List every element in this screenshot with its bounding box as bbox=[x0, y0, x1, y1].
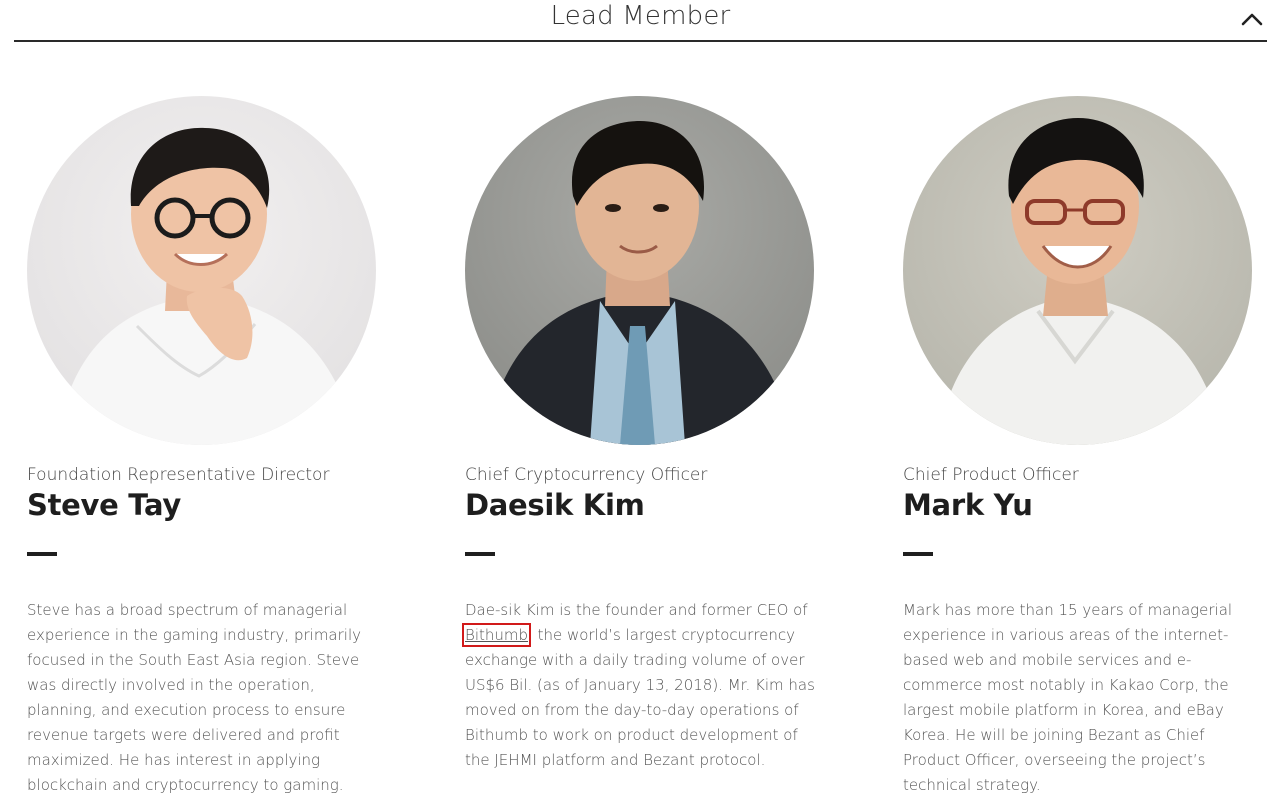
member-name: Daesik Kim bbox=[465, 488, 645, 522]
portrait-photo bbox=[903, 96, 1252, 445]
member-role: Chief Product Officer bbox=[903, 465, 1079, 485]
portrait-photo bbox=[27, 96, 376, 445]
section-title: Lead Member bbox=[550, 1, 731, 31]
member-bio: Steve has a broad spectrum of managerial… bbox=[27, 601, 361, 794]
bithumb-link[interactable]: Bithumb bbox=[461, 623, 532, 647]
divider-dash bbox=[465, 552, 495, 556]
divider-dash bbox=[27, 552, 57, 556]
member-role: Foundation Representative Director bbox=[27, 465, 330, 485]
member-card: Foundation Representative Director Steve… bbox=[27, 96, 387, 798]
member-card: Chief Cryptocurrency Officer Daesik Kim … bbox=[461, 96, 825, 773]
bio-text: Dae-sik Kim is the founder and former CE… bbox=[465, 601, 808, 619]
bio-text: , the world’s largest cryptocurrency exc… bbox=[465, 626, 815, 769]
member-name: Mark Yu bbox=[903, 488, 1033, 522]
member-card: Chief Product Officer Mark Yu Mark has m… bbox=[903, 96, 1263, 798]
section-header: Lead Member bbox=[14, 0, 1267, 42]
portrait-photo bbox=[465, 96, 814, 445]
member-bio: Mark has more than 15 years of manageria… bbox=[903, 601, 1233, 794]
member-role: Chief Cryptocurrency Officer bbox=[465, 465, 708, 485]
divider-dash bbox=[903, 552, 933, 556]
member-bio: Dae-sik Kim is the founder and former CE… bbox=[461, 598, 817, 773]
member-name: Steve Tay bbox=[27, 488, 182, 522]
chevron-up-icon[interactable] bbox=[1239, 6, 1265, 32]
